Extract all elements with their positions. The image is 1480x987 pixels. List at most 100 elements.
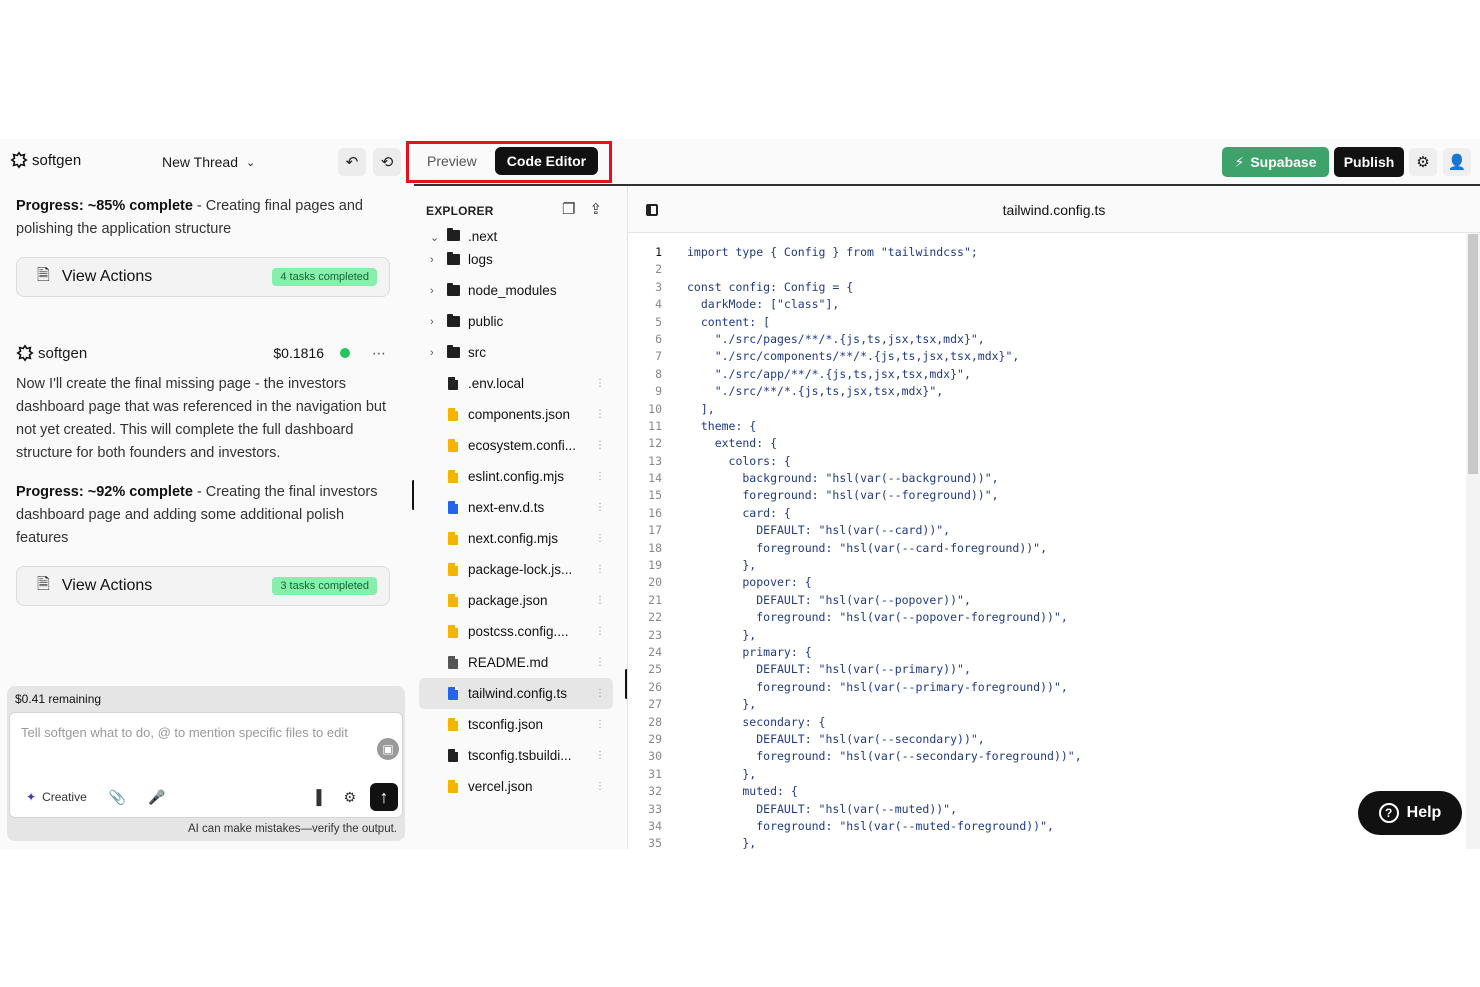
tree-item[interactable]: package-lock.js... ⋮ <box>414 554 627 585</box>
question-icon: ? <box>1378 803 1399 823</box>
editor-scrollbar[interactable] <box>1466 234 1480 849</box>
paperclip-icon[interactable]: 📎 <box>109 789 126 806</box>
history-button[interactable]: ⟲ <box>373 148 401 176</box>
tree-item[interactable]: tailwind.config.ts ⋮ <box>419 678 613 709</box>
upload-icon[interactable]: ⇪ <box>589 200 602 218</box>
prompt-placeholder: Tell softgen what to do, @ to mention sp… <box>21 725 348 740</box>
file-tree: ⌄ .next › logs › node_modules › public › src .en… <box>414 226 627 802</box>
mode-label: Creative <box>42 790 87 804</box>
view-actions-label-1: View Actions <box>61 268 153 285</box>
tree-item[interactable]: › public <box>414 306 627 337</box>
code-text: foreground: "hsl(var(--muted-foreground)… <box>687 818 1054 833</box>
brand-logo[interactable]: softgen <box>10 151 81 169</box>
file-menu-icon[interactable]: ⋮ <box>595 719 605 730</box>
code-text: const config: Config = { <box>687 279 854 294</box>
tree-item-label: logs <box>468 252 493 267</box>
code-text: }, <box>687 836 757 849</box>
line-number: 20 <box>648 575 662 590</box>
file-icon <box>448 377 458 390</box>
tree-item[interactable]: next.config.mjs ⋮ <box>414 523 627 554</box>
settings-gear-icon[interactable]: ⚙ <box>343 789 356 806</box>
file-menu-icon[interactable]: ⋮ <box>595 502 605 513</box>
code-text: "./src/components/**/*.{js,ts,jsx,tsx,md… <box>687 349 1020 364</box>
publish-button[interactable]: Publish <box>1334 147 1404 177</box>
more-options-icon[interactable]: ⋯ <box>372 345 386 362</box>
file-menu-icon[interactable]: ⋮ <box>595 533 605 544</box>
tree-item[interactable]: tsconfig.json ⋮ <box>414 709 627 740</box>
code-text: popover: { <box>687 575 812 590</box>
microphone-icon[interactable]: 🎤 <box>148 789 165 806</box>
line-number: 9 <box>655 384 662 399</box>
code-line: 28 secondary: { <box>628 714 1468 731</box>
settings-button[interactable]: ⚙ <box>1409 148 1437 176</box>
bar-chart-icon[interactable]: ▐ <box>312 789 322 805</box>
code-line: 9 "./src/**/*.{js,ts,jsx,tsx,mdx}", <box>628 383 1468 400</box>
tree-item[interactable]: next-env.d.ts ⋮ <box>414 492 627 523</box>
file-menu-icon[interactable]: ⋮ <box>595 688 605 699</box>
undo-button[interactable]: ↶ <box>338 148 366 176</box>
folder-icon <box>447 314 460 327</box>
line-number: 13 <box>648 453 662 468</box>
tree-item[interactable]: › logs <box>414 244 627 275</box>
code-text: colors: { <box>687 453 791 468</box>
bot-icon[interactable]: ▣ <box>377 738 399 760</box>
gear-icon: ⚙ <box>1416 154 1430 171</box>
scrollbar-thumb[interactable] <box>1468 234 1478 474</box>
code-line: 19 }, <box>628 557 1468 574</box>
tree-item-label: next-env.d.ts <box>468 500 545 515</box>
message-cost: $0.1816 <box>273 345 324 361</box>
help-button[interactable]: ? Help <box>1358 791 1462 835</box>
file-menu-icon[interactable]: ⋮ <box>595 626 605 637</box>
tree-item[interactable]: eslint.config.mjs ⋮ <box>414 461 627 492</box>
file-menu-icon[interactable]: ⋮ <box>595 750 605 761</box>
code-area[interactable]: 1 import type { Config } from "tailwindcs… <box>628 244 1468 849</box>
prompt-input[interactable]: Tell softgen what to do, @ to mention sp… <box>9 712 403 818</box>
file-menu-icon[interactable]: ⋮ <box>595 657 605 668</box>
tree-item[interactable]: package.json ⋮ <box>414 585 627 616</box>
code-line: 1 import type { Config } from "tailwindcs… <box>628 244 1468 261</box>
tree-item[interactable]: ecosystem.confi... ⋮ <box>414 430 627 461</box>
file-menu-icon[interactable]: ⋮ <box>595 440 605 451</box>
tree-item[interactable]: vercel.json ⋮ <box>414 771 627 802</box>
file-menu-icon[interactable]: ⋮ <box>595 564 605 575</box>
supabase-button[interactable]: ⚡ Supabase <box>1222 147 1329 177</box>
tree-item[interactable]: .env.local ⋮ <box>414 368 627 399</box>
tree-item-label: vercel.json <box>468 779 533 794</box>
file-menu-icon[interactable]: ⋮ <box>595 781 605 792</box>
code-line: 10 ], <box>628 401 1468 418</box>
tasks-badge-1: 4 tasks completed <box>272 268 377 286</box>
line-number: 29 <box>648 731 662 746</box>
file-menu-icon[interactable]: ⋮ <box>595 595 605 606</box>
code-text: }, <box>687 558 757 573</box>
tree-item[interactable]: › src <box>414 337 627 368</box>
file-icon <box>448 532 458 545</box>
file-icon <box>448 470 458 483</box>
copy-icon[interactable]: ❐ <box>562 200 575 218</box>
account-button[interactable]: 👤 <box>1443 148 1471 176</box>
view-actions-card-1[interactable]: 🗎 View Actions 4 tasks completed <box>16 257 390 297</box>
message-author: softgen <box>38 344 88 362</box>
code-line: 20 popover: { <box>628 574 1468 591</box>
tree-item[interactable]: tsconfig.tsbuildi... ⋮ <box>414 740 627 771</box>
tree-item-label: node_modules <box>468 283 557 298</box>
tree-item-next[interactable]: ⌄ .next <box>414 226 627 244</box>
mode-selector[interactable]: ✦ Creative <box>26 790 87 804</box>
tree-item[interactable]: components.json ⋮ <box>414 399 627 430</box>
code-text: DEFAULT: "hsl(var(--popover))", <box>687 592 971 607</box>
file-menu-icon[interactable]: ⋮ <box>595 471 605 482</box>
tree-item[interactable]: postcss.config.... ⋮ <box>414 616 627 647</box>
view-actions-card-2[interactable]: 🗎 View Actions 3 tasks completed <box>16 566 390 606</box>
code-line: 35 }, <box>628 835 1468 849</box>
lightning-icon: ⚡ <box>1234 153 1245 170</box>
send-button[interactable]: ↑ <box>370 783 398 811</box>
code-text: }, <box>687 627 757 642</box>
file-menu-icon[interactable]: ⋮ <box>595 378 605 389</box>
tree-item[interactable]: › node_modules <box>414 275 627 306</box>
code-text: foreground: "hsl(var(--primary-foregroun… <box>687 679 1068 694</box>
explorer-actions: ❐ ⇪ <box>562 200 602 218</box>
tree-item[interactable]: README.md ⋮ <box>414 647 627 678</box>
thread-selector[interactable]: New Thread ⌄ <box>162 154 255 170</box>
file-menu-icon[interactable]: ⋮ <box>595 409 605 420</box>
code-line: 31 }, <box>628 766 1468 783</box>
tree-item-label: tsconfig.json <box>468 717 544 732</box>
